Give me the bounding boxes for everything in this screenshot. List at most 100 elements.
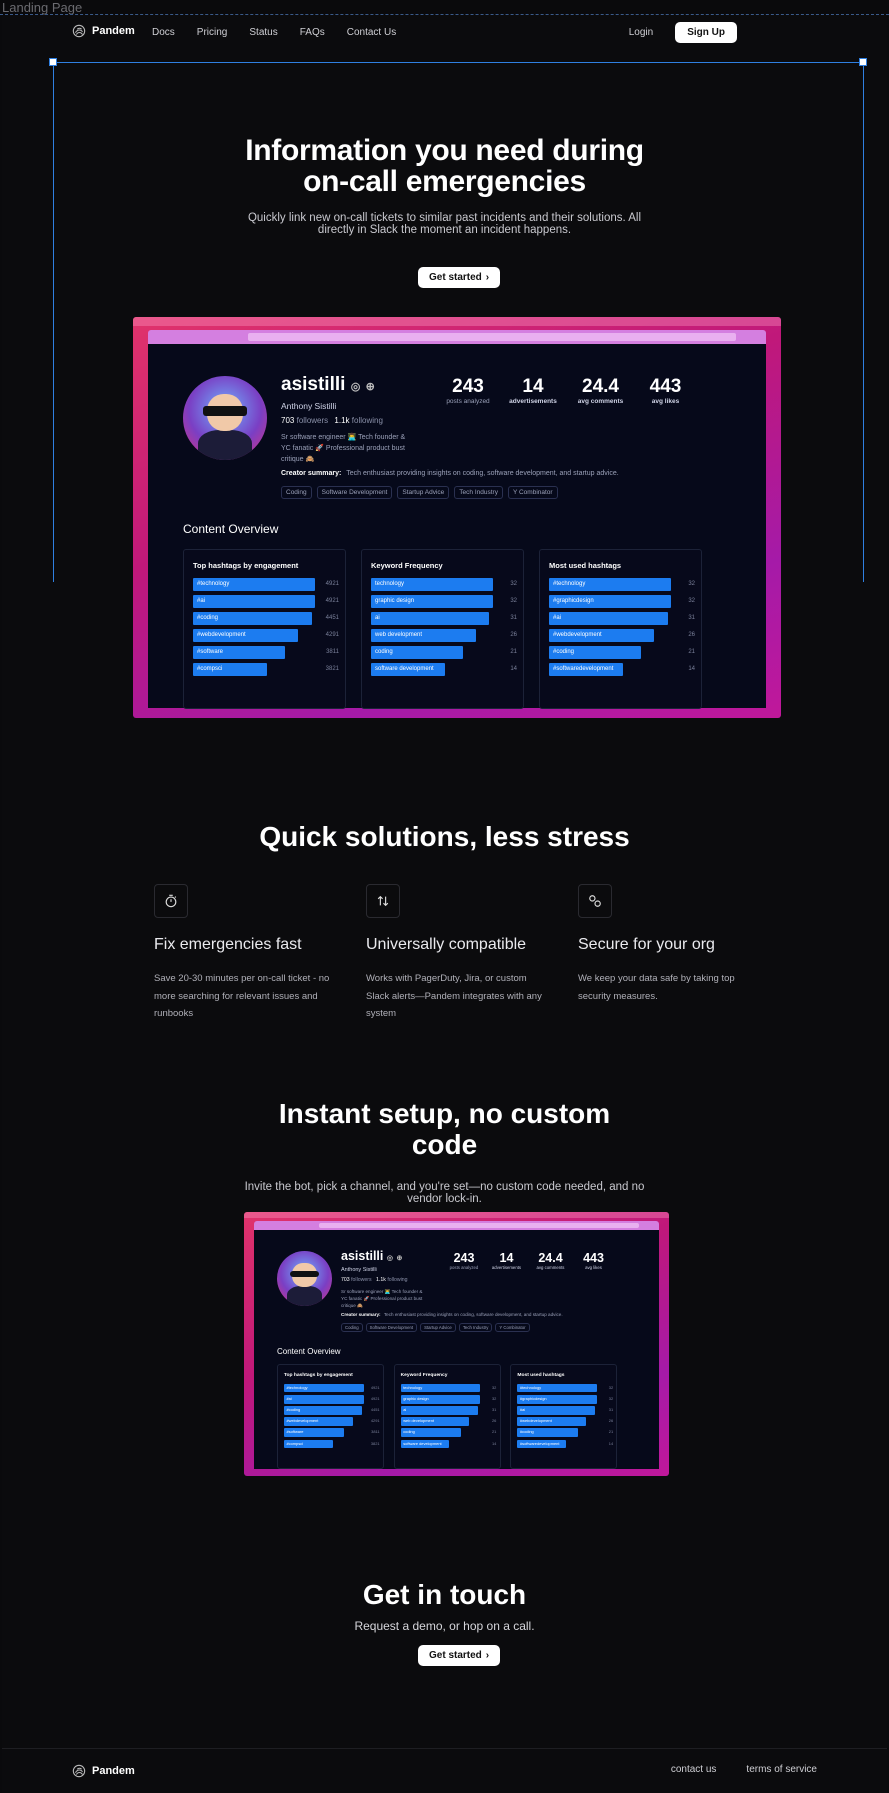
following-label: following [387,1277,408,1283]
bar-5: software development [400,1439,450,1449]
nav-link-faqs[interactable]: FAQs [300,27,325,38]
bar-0: technology [371,578,493,591]
button-label: Get started [429,272,482,283]
followers-count: 703 [341,1277,350,1283]
nav-link-pricing[interactable]: Pricing [197,27,228,38]
browser-toolbar [254,1221,659,1230]
hero-title-line: Information you need during [245,134,644,167]
bar-value: 14 [492,1440,497,1446]
summary-label: Creator summary: [281,470,342,477]
stat-value: 24.4 [582,376,619,397]
footer-terms-link[interactable]: terms of service [746,1764,817,1775]
bar-value: 14 [608,1440,614,1446]
signup-button[interactable]: Sign Up [675,22,737,43]
bar-0: #technology [283,1383,364,1393]
bar-3: #webdevelopment [549,629,654,642]
nav-actions: Login Sign Up [629,22,737,43]
bar-2: ai [400,1406,478,1415]
bar-value: 26 [492,1418,497,1424]
footer-contact-link[interactable]: contact us [671,1764,717,1775]
bar-value: 21 [608,1429,614,1435]
bar-0: #technology [549,578,671,591]
topic-chips: Coding Software Development Startup Advi… [341,1323,530,1332]
bar-value: 31 [688,615,695,621]
hero-title: Information you need during on-call emer… [2,135,887,197]
profile-follow-counts: 703 followers 1.1k following [341,1277,408,1283]
bar-2: #ai [517,1406,596,1415]
overview-card: Most used hashtags #technology 32 #graphicd… [510,1364,618,1470]
browser-url-field [319,1223,639,1228]
bar-5: #softwaredevelopment [517,1439,567,1449]
bar-0: #technology [193,578,315,591]
brand-logo[interactable]: Pandem [72,24,135,38]
stat-value: 243 [453,1251,475,1265]
stat-label: avg comments [577,398,624,405]
contact-subtitle: Request a demo, or hop on a call. [354,1619,535,1633]
bar-4: #software [283,1428,345,1437]
features-title: Quick solutions, less stress [259,821,630,852]
topic-chips: Coding Software Development Startup Advi… [281,486,558,499]
bar-3: web development [400,1417,470,1426]
bar-1: #ai [283,1394,364,1404]
bar-5: software development [371,663,446,676]
bar-1: graphic design [371,595,493,608]
stat-value: 443 [583,1251,604,1265]
bar-value: 32 [492,1395,497,1401]
overview-card: Top hashtags by engagement #technology 492… [276,1364,384,1470]
bar-value: 3811 [326,649,339,655]
bar-2: #ai [549,612,669,625]
product-screenshot: asistilli ◎ ⊕ Anthony Sistilli 703 follo… [133,317,781,718]
feature-title: Universally compatible [366,936,527,953]
bar-value: 32 [492,1384,497,1390]
bar-value: 26 [688,632,695,638]
bar-value: 32 [608,1395,614,1401]
hero-get-started-button[interactable]: Get started › [418,267,501,288]
profile-bio: Sr software engineer 👨‍💻 Tech founder & … [281,432,405,465]
bar-value: 32 [510,581,517,587]
card-title: Top hashtags by engagement [283,1372,353,1378]
topic-chip: Startup Advice [397,486,450,499]
selection-handle[interactable] [49,58,57,66]
bar-4: coding [400,1428,462,1437]
footer-brand[interactable]: Pandem [72,1764,135,1778]
content-overview-title: Content Overview [277,1347,341,1356]
stat-value: 14 [499,1251,514,1265]
nav-link-status[interactable]: Status [249,27,277,38]
nav-link-contact[interactable]: Contact Us [347,27,396,38]
bar-3: #webdevelopment [517,1417,587,1426]
card-title: Most used hashtags [549,561,622,570]
feature-title: Fix emergencies fast [154,936,302,953]
app-window: asistilli ◎ ⊕ Anthony Sistilli 703 follo… [254,1230,659,1470]
bar-2: ai [371,612,489,625]
brand-name: Pandem [92,1765,135,1777]
app-window: asistilli ◎ ⊕ Anthony Sistilli 703 follo… [148,344,766,709]
stat-label: avg likes [651,398,680,405]
topic-chip: Startup Advice [420,1323,456,1332]
top-nav: Pandem Docs Pricing Status FAQs Contact … [2,15,887,51]
bar-5: #softwaredevelopment [549,663,624,676]
card-title: Keyword Frequency [371,561,443,570]
stat-likes: 443 avg likes [633,376,698,405]
bar-value: 26 [510,632,517,638]
bar-value: 21 [492,1429,497,1435]
nav-link-docs[interactable]: Docs [152,27,175,38]
profile-avatar [183,376,267,460]
bar-value: 31 [510,615,517,621]
bar-value: 14 [688,666,695,672]
bar-value: 26 [608,1418,614,1424]
bar-1: #graphicdesign [517,1394,598,1404]
profile-avatar [277,1251,332,1306]
bio-line: YC fanatic 🚀 Professional product bust [341,1296,423,1301]
bar-value: 4291 [325,632,339,638]
overview-card: Top hashtags by engagement #technology 492… [183,549,346,709]
login-link[interactable]: Login [629,27,653,38]
stat-posts: 243 posts analyzed [438,376,498,405]
bar-value: 4451 [370,1407,380,1413]
contact-get-started-button[interactable]: Get started › [418,1645,501,1666]
mac-menubar [133,317,781,326]
selection-handle[interactable] [859,58,867,66]
summary-label: Creator summary: [341,1312,381,1317]
bar-4: #software [193,646,286,659]
footer-links: contact us terms of service [671,1764,817,1775]
landing-page: Pandem Docs Pricing Status FAQs Contact … [2,15,887,1793]
